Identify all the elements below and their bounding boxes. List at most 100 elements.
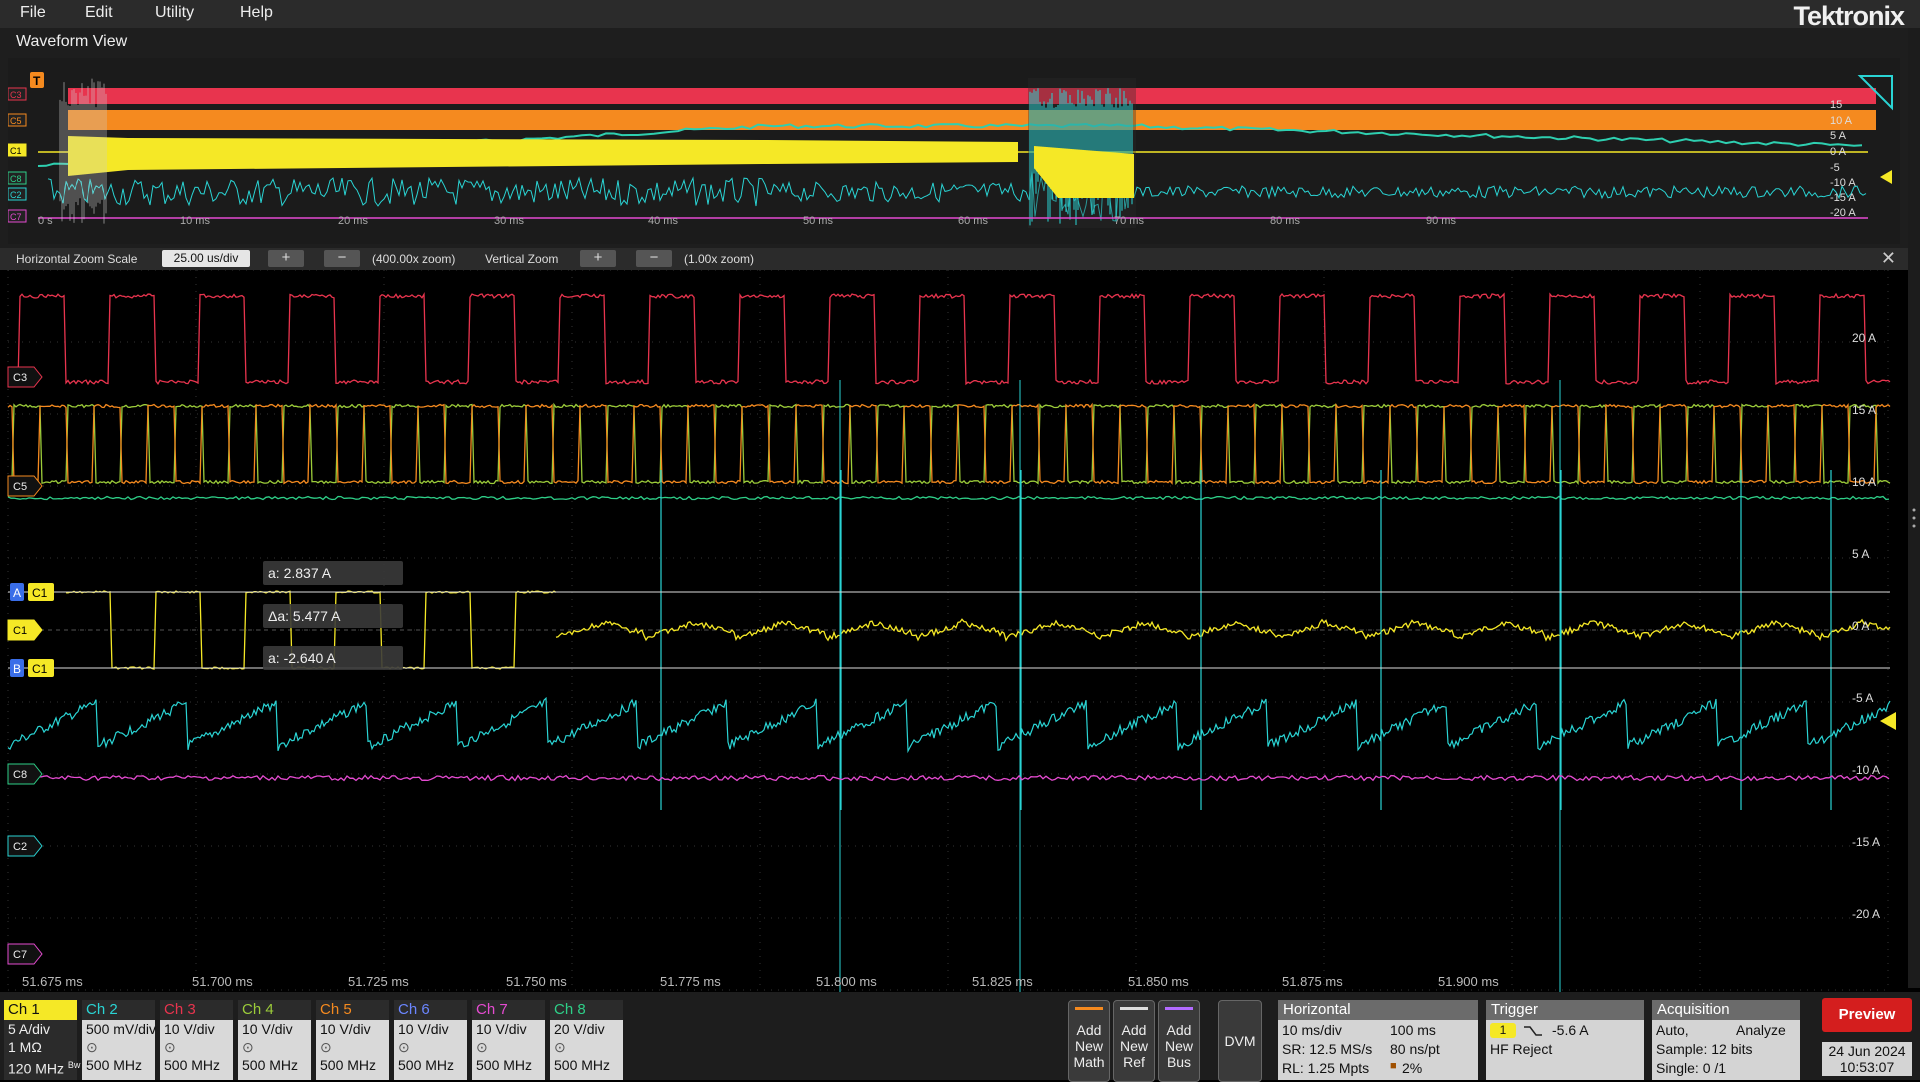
cursor-a-readout: a: 2.837 A	[268, 565, 332, 581]
close-zoom-icon[interactable]: ✕	[1881, 248, 1896, 269]
channel-tag-text: C3	[13, 372, 27, 384]
overview-channel-tag-text: C8	[10, 174, 22, 184]
probe-icon: ⊙	[320, 1039, 332, 1055]
overview-amp-tick: -10 A	[1830, 177, 1856, 189]
horizontal-position: 100 ms	[1390, 1022, 1436, 1038]
overview-amp-tick: 15	[1830, 99, 1842, 111]
horizontal-zoom-out-button[interactable]: −	[324, 250, 360, 267]
time-tick: 51.700 ms	[192, 974, 253, 989]
bandwidth-value: 500 MHz	[86, 1057, 143, 1073]
time-label: 10:53:07	[1839, 1059, 1895, 1075]
channel-box-2[interactable]: Ch 2 500 mV/div ⊙ 500 MHz	[82, 1000, 156, 1080]
channel-tag-text: C1	[13, 625, 27, 637]
menu-edit[interactable]: Edit	[85, 4, 113, 22]
dvm-button[interactable]: DVM	[1218, 1000, 1262, 1082]
channel-scale: 10 V/div	[398, 1021, 449, 1037]
add-new-bus-button[interactable]: Add New Bus	[1158, 1000, 1200, 1082]
channel-tag-text: C7	[13, 949, 27, 961]
amp-tick: 10 A	[1852, 475, 1876, 489]
overview-time-tick: 80 ms	[1270, 215, 1300, 227]
overview-channel-tag-text: C3	[10, 90, 22, 100]
horizontal-zoom-in-button[interactable]: +	[268, 250, 304, 267]
horizontal-zoom-label: Horizontal Zoom Scale	[16, 252, 138, 266]
channel-name: Ch 4	[238, 1000, 311, 1020]
horizontal-panel[interactable]: Horizontal 10 ms/div 100 ms SR: 12.5 MS/…	[1278, 1000, 1478, 1080]
channel-tag-text: C2	[13, 841, 27, 853]
right-scroll-edge[interactable]	[1908, 28, 1920, 988]
channel-name: Ch 6	[394, 1000, 467, 1020]
channel-scale: 10 V/div	[164, 1021, 215, 1037]
time-tick: 51.775 ms	[660, 974, 721, 989]
acquisition-panel[interactable]: Acquisition Auto, Analyze Sample: 12 bit…	[1652, 1000, 1800, 1080]
time-tick: 51.900 ms	[1438, 974, 1499, 989]
overview-time-tick: 30 ms	[494, 215, 524, 227]
overview-time-tick: 40 ms	[648, 215, 678, 227]
overview-time-tick: 20 ms	[338, 215, 368, 227]
amp-tick: 5 A	[1852, 547, 1869, 561]
channel-box-6[interactable]: Ch 6 10 V/div ⊙ 500 MHz	[394, 1000, 467, 1080]
time-tick: 51.750 ms	[506, 974, 567, 989]
bandwidth-value: 500 MHz	[242, 1057, 299, 1073]
amp-tick: -20 A	[1852, 907, 1880, 921]
channel-box-4[interactable]: Ch 4 10 V/div ⊙ 500 MHz	[238, 1000, 311, 1080]
channel-bandwidth: 500 MHz	[550, 1056, 623, 1074]
menu-file[interactable]: File	[20, 4, 46, 22]
trigger-source-badge: 1	[1490, 1023, 1516, 1038]
horizontal-zoom-factor: (400.00x zoom)	[372, 252, 456, 266]
waveform-view-title: Waveform View	[16, 33, 128, 50]
channel-scale: 10 V/div	[242, 1021, 293, 1037]
menu-help[interactable]: Help	[240, 4, 273, 22]
sample-rate: SR: 12.5 MS/s	[1282, 1041, 1373, 1057]
overview-time-tick: 60 ms	[958, 215, 988, 227]
bandwidth-value: 500 MHz	[476, 1057, 533, 1073]
channel-bandwidth: 120 MHz Bw	[4, 1056, 80, 1078]
cursor-b-tag-channel-text: C1	[32, 662, 48, 676]
add-new-math-button[interactable]: Add New Math	[1068, 1000, 1110, 1082]
button-label-3: Bus	[1166, 1054, 1192, 1070]
overview-amp-tick: 5 A	[1830, 130, 1847, 142]
time-tick: 51.850 ms	[1128, 974, 1189, 989]
zoom-plot[interactable]: a: 2.837 A Δa: 5.477 A a: -2.640 A 51.675 …	[0, 270, 1908, 992]
vertical-zoom-in-button[interactable]: +	[580, 250, 616, 267]
button-label-1: Add	[1166, 1022, 1192, 1038]
menu-utility[interactable]: Utility	[155, 4, 194, 22]
preview-button[interactable]: Preview	[1822, 998, 1912, 1032]
amp-tick: 20 A	[1852, 331, 1876, 345]
channel-name: Ch 8	[550, 1000, 623, 1020]
date-label: 24 Jun 2024	[1828, 1043, 1906, 1059]
falling-edge-icon	[1524, 1026, 1542, 1036]
amp-tick: -15 A	[1852, 835, 1880, 849]
channel-box-7[interactable]: Ch 7 10 V/div ⊙ 500 MHz	[472, 1000, 545, 1080]
trigger-marker-label: T	[33, 74, 41, 88]
add-new-ref-button[interactable]: Add New Ref	[1113, 1000, 1155, 1082]
bandwidth-value: 120 MHz	[8, 1060, 65, 1077]
channel-box-3[interactable]: Ch 3 10 V/div ⊙ 500 MHz	[160, 1000, 233, 1080]
channel-scale: 20 V/div	[554, 1021, 605, 1037]
channel-scale: 5 A/div	[8, 1021, 51, 1037]
trigger-level: -5.6 A	[1552, 1022, 1589, 1038]
channel-box-1[interactable]: Ch 15 A/div 1 MΩ 120 MHz Bw	[4, 1000, 80, 1080]
channel-bandwidth: 500 MHz	[394, 1056, 467, 1074]
cursor-b-tag-text: B	[13, 662, 21, 676]
channel-box-5[interactable]: Ch 5 10 V/div ⊙ 500 MHz	[316, 1000, 389, 1080]
channel-name: Ch 1	[4, 1000, 77, 1020]
overview-channel-tag-text: C5	[10, 116, 22, 126]
c3-band	[68, 88, 1876, 104]
channel-name: Ch 7	[472, 1000, 545, 1020]
time-tick: 51.675 ms	[22, 974, 83, 989]
vertical-zoom-out-button[interactable]: −	[636, 250, 672, 267]
horizontal-title: Horizontal	[1278, 1000, 1478, 1020]
button-label-3: Ref	[1123, 1054, 1145, 1070]
vertical-zoom-factor: (1.00x zoom)	[684, 252, 755, 266]
acquisition-single: Single: 0 /1	[1656, 1060, 1727, 1076]
probe-icon: ⊙	[164, 1039, 176, 1055]
overview-time-tick: 10 ms	[180, 215, 210, 227]
overview-amp-tick: 10 A	[1830, 115, 1853, 127]
channel-impedance: 1 MΩ	[8, 1039, 42, 1055]
overview-plot[interactable]: T 0 s 10 ms 20 ms 30 ms 40 ms 50 ms 60 ms 70 ms 8…	[8, 58, 1900, 244]
channel-box-8[interactable]: Ch 8 20 V/div ⊙ 500 MHz	[550, 1000, 623, 1080]
trigger-panel[interactable]: Trigger 1 -5.6 A HF Reject	[1486, 1000, 1644, 1080]
overview-amp-tick: -20 A	[1830, 207, 1856, 219]
horizontal-zoom-scale-field[interactable]: 25.00 us/div	[162, 250, 250, 267]
probe-icon: ⊙	[476, 1039, 488, 1055]
